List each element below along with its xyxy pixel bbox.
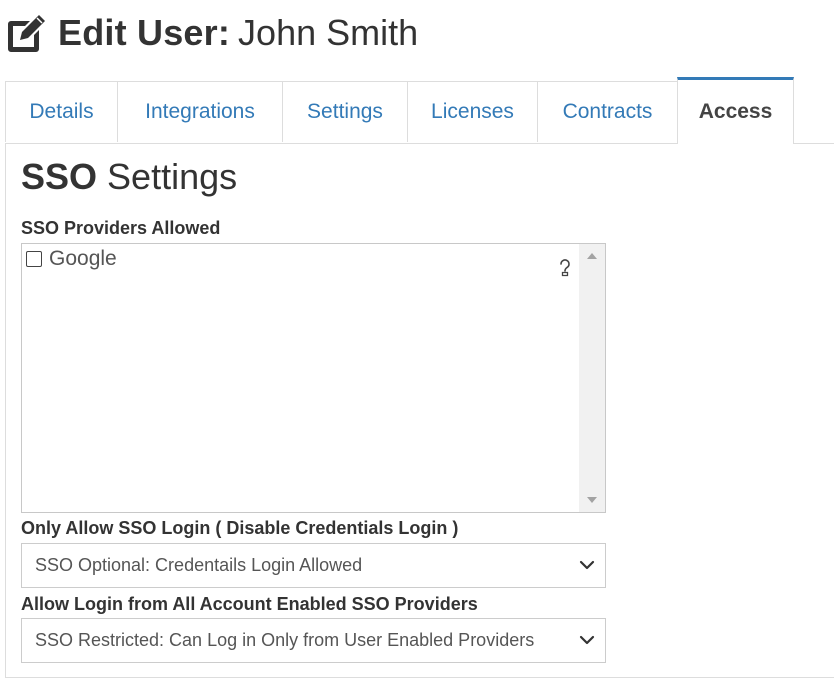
edit-icon: [8, 15, 45, 52]
tab-access[interactable]: Access: [677, 77, 794, 144]
account-providers-select[interactable]: SSO Restricted: Can Log in Only from Use…: [21, 618, 606, 663]
section-title: SSO Settings: [21, 156, 237, 198]
scroll-up-arrow-icon[interactable]: [587, 253, 597, 259]
section-title-bold: SSO: [21, 156, 98, 197]
sso-login-only-select[interactable]: SSO Optional: Credentails Login Allowed: [21, 543, 606, 588]
tab-contracts[interactable]: Contracts: [537, 81, 678, 142]
page-header: Edit User: John Smith: [6, 10, 418, 56]
scroll-down-arrow-icon[interactable]: [587, 497, 597, 503]
tab-integrations-label: Integrations: [145, 100, 255, 123]
question-icon[interactable]: [557, 258, 573, 278]
tab-bar: Details Integrations Settings Licenses C…: [5, 77, 834, 144]
chevron-down-icon: [579, 560, 595, 570]
page-title-user-name: John Smith: [238, 12, 419, 53]
tab-details[interactable]: Details: [5, 81, 118, 142]
account-providers-label: Allow Login from All Account Enabled SSO…: [21, 594, 478, 614]
tab-contracts-label: Contracts: [562, 100, 653, 123]
tab-access-label: Access: [698, 100, 773, 123]
tab-settings-label: Settings: [307, 100, 383, 123]
tab-details-label: Details: [29, 100, 94, 123]
tab-licenses-label: Licenses: [431, 100, 514, 123]
sso-providers-label: SSO Providers Allowed: [21, 218, 221, 238]
sso-providers-listbox[interactable]: Google: [21, 243, 606, 513]
account-providers-value: SSO Restricted: Can Log in Only from Use…: [35, 630, 535, 650]
listbox-scrollbar[interactable]: [579, 244, 605, 512]
sso-login-only-label: Only Allow SSO Login ( Disable Credentia…: [21, 518, 459, 538]
sso-provider-option-google[interactable]: Google: [26, 247, 117, 271]
section-title-rest: Settings: [107, 156, 238, 197]
tab-settings[interactable]: Settings: [282, 81, 408, 142]
sso-login-only-value: SSO Optional: Credentails Login Allowed: [35, 555, 363, 575]
tab-licenses[interactable]: Licenses: [407, 81, 538, 142]
tab-integrations[interactable]: Integrations: [117, 81, 283, 142]
google-checkbox[interactable]: [26, 251, 42, 267]
sso-provider-option-label: Google: [49, 247, 117, 270]
page-title-label: Edit User:: [58, 12, 231, 53]
chevron-down-icon: [579, 635, 595, 645]
